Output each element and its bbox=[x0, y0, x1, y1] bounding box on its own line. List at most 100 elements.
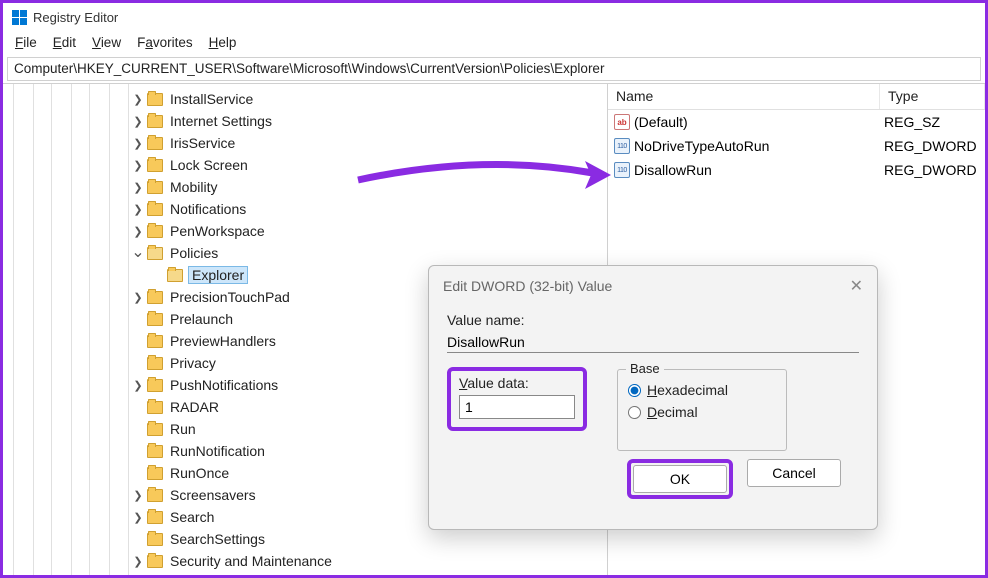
tree-item-label: Internet Settings bbox=[168, 113, 274, 129]
tree-item-label: PreviewHandlers bbox=[168, 333, 278, 349]
radio-hexadecimal[interactable]: Hexadecimal bbox=[628, 382, 776, 398]
list-row[interactable]: (Default)REG_SZ bbox=[608, 110, 985, 134]
folder-icon bbox=[167, 269, 183, 282]
dialog-title: Edit DWORD (32-bit) Value bbox=[443, 278, 612, 294]
folder-icon bbox=[147, 533, 163, 546]
tree-item-label: Mobility bbox=[168, 179, 219, 195]
chevron-right-icon[interactable]: ❯ bbox=[131, 291, 145, 304]
list-row[interactable]: DisallowRun REG_DWORD bbox=[608, 158, 985, 182]
tree-item-label: InstallService bbox=[168, 91, 255, 107]
value-name-input[interactable] bbox=[447, 332, 859, 353]
tree-item-mobility[interactable]: ❯ Mobility bbox=[131, 176, 607, 198]
value-name: NoDriveTypeAutoRun bbox=[634, 138, 769, 154]
chevron-right-icon[interactable]: ❯ bbox=[131, 555, 145, 568]
folder-icon bbox=[147, 489, 163, 502]
value-name-label: Value name: bbox=[447, 312, 859, 328]
tree-item-label: Search bbox=[168, 509, 216, 525]
tree-item-label: RunOnce bbox=[168, 465, 231, 481]
folder-icon bbox=[147, 511, 163, 524]
list-row[interactable]: NoDriveTypeAutoRun REG_DWORD bbox=[608, 134, 985, 158]
folder-icon bbox=[147, 467, 163, 480]
value-type: REG_DWORD bbox=[880, 162, 977, 178]
folder-icon bbox=[147, 159, 163, 172]
chevron-right-icon[interactable]: ❯ bbox=[131, 379, 145, 392]
chevron-right-icon[interactable]: ❯ bbox=[131, 93, 145, 106]
folder-icon bbox=[147, 445, 163, 458]
app-title: Registry Editor bbox=[33, 10, 118, 25]
menu-edit[interactable]: Edit bbox=[47, 33, 82, 53]
list-header: Name Type bbox=[608, 84, 985, 110]
menu-favorites[interactable]: Favorites bbox=[131, 33, 199, 53]
cancel-button[interactable]: Cancel bbox=[747, 459, 841, 487]
folder-icon bbox=[147, 93, 163, 106]
tree-item-label: PenWorkspace bbox=[168, 223, 267, 239]
folder-icon bbox=[147, 203, 163, 216]
tree-item-label: Privacy bbox=[168, 355, 218, 371]
tree-item-irisservice[interactable]: ❯ IrisService bbox=[131, 132, 607, 154]
menu-view[interactable]: View bbox=[86, 33, 127, 53]
chevron-right-icon[interactable]: ❯ bbox=[131, 137, 145, 150]
chevron-down-icon[interactable]: ⌄ bbox=[131, 248, 145, 258]
folder-icon bbox=[147, 291, 163, 304]
dword-value-icon bbox=[614, 162, 630, 178]
dword-value-icon bbox=[614, 138, 630, 154]
value-type: REG_DWORD bbox=[880, 138, 977, 154]
tree-item-searchsettings[interactable]: SearchSettings bbox=[131, 528, 607, 550]
tree-item-label: Explorer bbox=[188, 266, 248, 284]
chevron-right-icon[interactable]: ❯ bbox=[131, 511, 145, 524]
edit-dword-dialog: Edit DWORD (32-bit) Value ✕ Value name: … bbox=[428, 265, 878, 530]
value-data-highlight: Value data: bbox=[447, 367, 587, 431]
ok-button[interactable]: OK bbox=[633, 465, 727, 493]
radio-decimal[interactable]: Decimal bbox=[628, 404, 776, 420]
folder-icon bbox=[147, 137, 163, 150]
string-value-icon bbox=[614, 114, 630, 130]
folder-icon bbox=[147, 423, 163, 436]
menubar: File Edit View Favorites Help bbox=[3, 31, 985, 55]
close-icon[interactable]: ✕ bbox=[850, 276, 863, 296]
tree-item-label: Policies bbox=[168, 245, 220, 261]
folder-icon bbox=[147, 247, 163, 260]
radio-hexadecimal-input[interactable] bbox=[628, 384, 641, 397]
chevron-right-icon[interactable]: ❯ bbox=[131, 115, 145, 128]
tree-item-label: IrisService bbox=[168, 135, 237, 151]
chevron-right-icon[interactable]: ❯ bbox=[131, 159, 145, 172]
folder-icon bbox=[147, 181, 163, 194]
folder-icon bbox=[147, 115, 163, 128]
value-name: (Default) bbox=[634, 114, 688, 130]
menu-help[interactable]: Help bbox=[203, 33, 243, 53]
tree-item-security-and-maintenance[interactable]: ❯ Security and Maintenance bbox=[131, 550, 607, 572]
tree-item-label: Prelaunch bbox=[168, 311, 235, 327]
folder-icon bbox=[147, 335, 163, 348]
tree-item-label: PrecisionTouchPad bbox=[168, 289, 292, 305]
address-bar[interactable]: Computer\HKEY_CURRENT_USER\Software\Micr… bbox=[7, 57, 981, 81]
tree-item-lock-screen[interactable]: ❯ Lock Screen bbox=[131, 154, 607, 176]
tree-item-installservice[interactable]: ❯ InstallService bbox=[131, 88, 607, 110]
folder-icon bbox=[147, 379, 163, 392]
folder-icon bbox=[147, 313, 163, 326]
chevron-right-icon[interactable]: ❯ bbox=[131, 225, 145, 238]
tree-item-label: Lock Screen bbox=[168, 157, 250, 173]
value-name: DisallowRun bbox=[634, 162, 712, 178]
value-data-input[interactable] bbox=[459, 395, 575, 419]
base-legend: Base bbox=[626, 361, 664, 376]
tree-item-label: PushNotifications bbox=[168, 377, 280, 393]
tree-item-label: RADAR bbox=[168, 399, 221, 415]
menu-file[interactable]: File bbox=[9, 33, 43, 53]
column-type[interactable]: Type bbox=[880, 84, 985, 109]
folder-icon bbox=[147, 225, 163, 238]
tree-item-label: Run bbox=[168, 421, 198, 437]
tree-item-label: SearchSettings bbox=[168, 531, 267, 547]
tree-item-label: Screensavers bbox=[168, 487, 258, 503]
column-name[interactable]: Name bbox=[608, 84, 880, 109]
tree-item-penworkspace[interactable]: ❯ PenWorkspace bbox=[131, 220, 607, 242]
tree-item-label: Security and Maintenance bbox=[168, 553, 334, 569]
tree-item-policies[interactable]: ⌄ Policies bbox=[131, 242, 607, 264]
chevron-right-icon[interactable]: ❯ bbox=[131, 489, 145, 502]
chevron-right-icon[interactable]: ❯ bbox=[131, 203, 145, 216]
titlebar: Registry Editor bbox=[3, 3, 985, 31]
radio-decimal-input[interactable] bbox=[628, 406, 641, 419]
tree-item-internet-settings[interactable]: ❯ Internet Settings bbox=[131, 110, 607, 132]
chevron-right-icon[interactable]: ❯ bbox=[131, 181, 145, 194]
value-data-label: Value data: bbox=[459, 375, 575, 391]
tree-item-notifications[interactable]: ❯Notifications bbox=[131, 198, 607, 220]
